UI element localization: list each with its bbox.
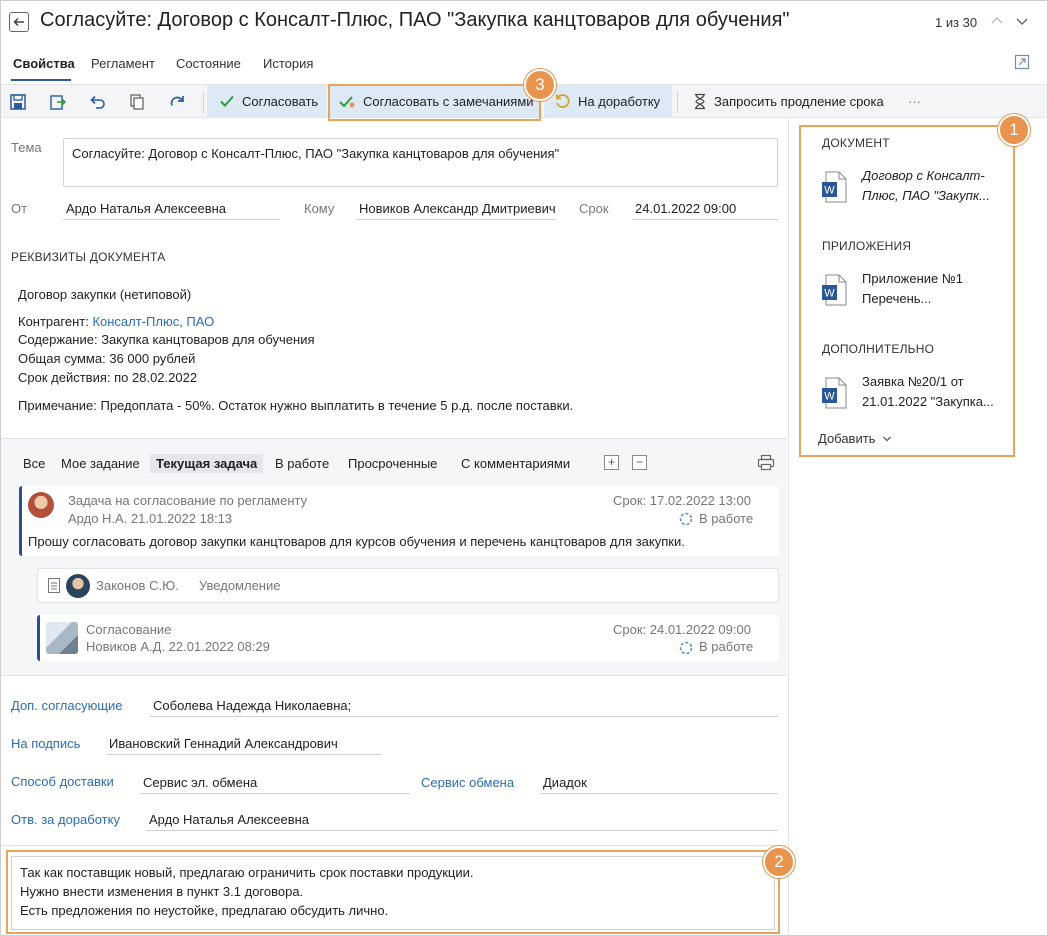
exchange-field[interactable]: Диадок (540, 775, 778, 794)
deadline-label: Срок (579, 201, 609, 216)
rework-responsible-label[interactable]: Отв. за доработку (11, 812, 120, 827)
counterparty-link[interactable]: Консалт-Плюс, ПАО (92, 314, 214, 329)
delivery-label[interactable]: Способ доставки (11, 774, 114, 789)
approval-status: В работе (699, 639, 754, 654)
save-and-close-icon[interactable] (49, 93, 67, 111)
deadline-field[interactable]: 24.01.2022 09:00 (632, 201, 778, 220)
exchange-label[interactable]: Сервис обмена (421, 775, 514, 790)
callout-badge: 2 (763, 846, 795, 878)
approve-button[interactable]: Согласовать (207, 85, 327, 117)
approval-author: Новиков А.Д. 22.01.2022 08:29 (86, 639, 270, 654)
collapse-all-button[interactable]: − (632, 455, 647, 470)
note-row: Примечание: Предоплата - 50%. Остаток ну… (18, 398, 574, 413)
highlight-comment (6, 850, 780, 934)
tab-regulation[interactable]: Регламент (91, 56, 155, 71)
undo-icon[interactable] (88, 93, 106, 111)
in-progress-icon (679, 641, 693, 655)
notification-type: Уведомление (199, 578, 281, 593)
more-button[interactable]: ··· (908, 85, 921, 117)
requisites-title: РЕКВИЗИТЫ ДОКУМЕНТА (11, 250, 166, 264)
arrow-left-icon (13, 17, 24, 27)
notification-name: Законов С.Ю. (96, 578, 179, 593)
task-title: Задача на согласование по регламенту (68, 493, 308, 508)
page-title: Согласуйте: Договор с Консалт-Плюс, ПАО … (40, 9, 790, 31)
toolbar-separator (677, 91, 678, 113)
expand-all-button[interactable]: + (604, 455, 619, 470)
pager-counter: 1 из 30 (935, 15, 978, 30)
signer-label[interactable]: На подпись (11, 736, 80, 751)
approval-card[interactable]: Согласование Новиков А.Д. 22.01.2022 08:… (37, 615, 779, 661)
task-tab-current[interactable]: Текущая задача (150, 454, 264, 473)
approve-label: Согласовать (242, 93, 319, 109)
return-icon (556, 93, 570, 108)
task-status: В работе (699, 511, 754, 526)
divider (1, 845, 787, 846)
save-icon[interactable] (9, 93, 27, 111)
doc-type: Договор закупки (нетиповой) (18, 287, 192, 302)
validity-row: Срок действия: по 28.02.2022 (18, 370, 198, 385)
task-body: Прошу согласовать договор закупки канцто… (28, 534, 685, 549)
to-field[interactable]: Новиков Александр Дмитриевич (356, 201, 556, 220)
amount-row: Общая сумма: 36 000 рублей (18, 351, 196, 366)
task-tab-overdue[interactable]: Просроченные (342, 454, 443, 473)
task-tab-in-progress[interactable]: В работе (269, 454, 335, 473)
task-card-main[interactable]: Задача на согласование по регламенту Ард… (19, 486, 779, 556)
task-tab-my[interactable]: Мое задание (55, 454, 146, 473)
copy-icon[interactable] (128, 93, 146, 111)
add-approvers-label[interactable]: Доп. согласующие (11, 698, 123, 713)
request-extension-label: Запросить продление срока (714, 93, 884, 109)
request-extension-button[interactable]: Запросить продление срока (691, 85, 884, 117)
subject-label: Тема (11, 140, 42, 155)
task-deadline: Срок: 17.02.2022 13:00 (613, 493, 751, 508)
rework-label: На доработку (578, 93, 661, 109)
check-icon (220, 95, 234, 107)
from-label: От (11, 201, 28, 216)
rework-button[interactable]: На доработку (544, 85, 672, 117)
task-tab-with-comments[interactable]: С комментариями (455, 454, 576, 473)
in-progress-icon (679, 512, 693, 526)
avatar (46, 622, 78, 654)
document-icon (48, 578, 60, 593)
counterparty-row: Контрагент: Консалт-Плюс, ПАО (18, 314, 214, 329)
tab-state[interactable]: Состояние (176, 56, 241, 71)
callout-badge: 3 (524, 69, 556, 101)
signer-field[interactable]: Ивановский Геннадий Александрович (106, 736, 382, 755)
counterparty-label: Контрагент: (18, 314, 93, 329)
tab-history[interactable]: История (263, 56, 313, 71)
highlight-attachments (799, 125, 1015, 457)
active-tab-indicator (11, 79, 71, 81)
avatar (66, 574, 90, 598)
task-panel: Все Мое задание Текущая задача В работе … (1, 438, 787, 676)
task-author: Ардо Н.А. 21.01.2022 18:13 (68, 511, 233, 526)
chevron-up-icon[interactable] (990, 14, 1004, 28)
toolbar-separator (203, 91, 204, 113)
approval-deadline: Срок: 24.01.2022 09:00 (613, 622, 751, 637)
subject-field[interactable]: Согласуйте: Договор с Консалт-Плюс, ПАО … (63, 138, 778, 187)
add-approvers-field[interactable]: Соболева Надежда Николаевна; (150, 698, 778, 717)
rework-responsible-field[interactable]: Ардо Наталья Алексеевна (146, 812, 778, 831)
print-icon[interactable] (757, 454, 775, 471)
delivery-field[interactable]: Сервис эл. обмена (140, 775, 410, 794)
refresh-icon[interactable] (168, 93, 186, 111)
to-label: Кому (304, 201, 335, 216)
chevron-down-icon[interactable] (1015, 14, 1029, 28)
callout-badge: 1 (998, 114, 1030, 146)
task-tab-all[interactable]: Все (17, 454, 51, 473)
from-field[interactable]: Ардо Наталья Алексеевна (63, 201, 280, 220)
content-row: Содержание: Закупка канцтоваров для обуч… (18, 332, 315, 347)
avatar (28, 492, 54, 518)
notification-card[interactable]: Законов С.Ю. Уведомление (37, 568, 779, 603)
hourglass-icon (695, 93, 705, 109)
open-external-icon[interactable] (1014, 54, 1030, 70)
approval-title: Согласование (86, 622, 172, 637)
tab-properties[interactable]: Свойства (13, 56, 75, 71)
highlight-approve-with-remarks (328, 84, 541, 121)
back-button[interactable] (9, 12, 29, 32)
